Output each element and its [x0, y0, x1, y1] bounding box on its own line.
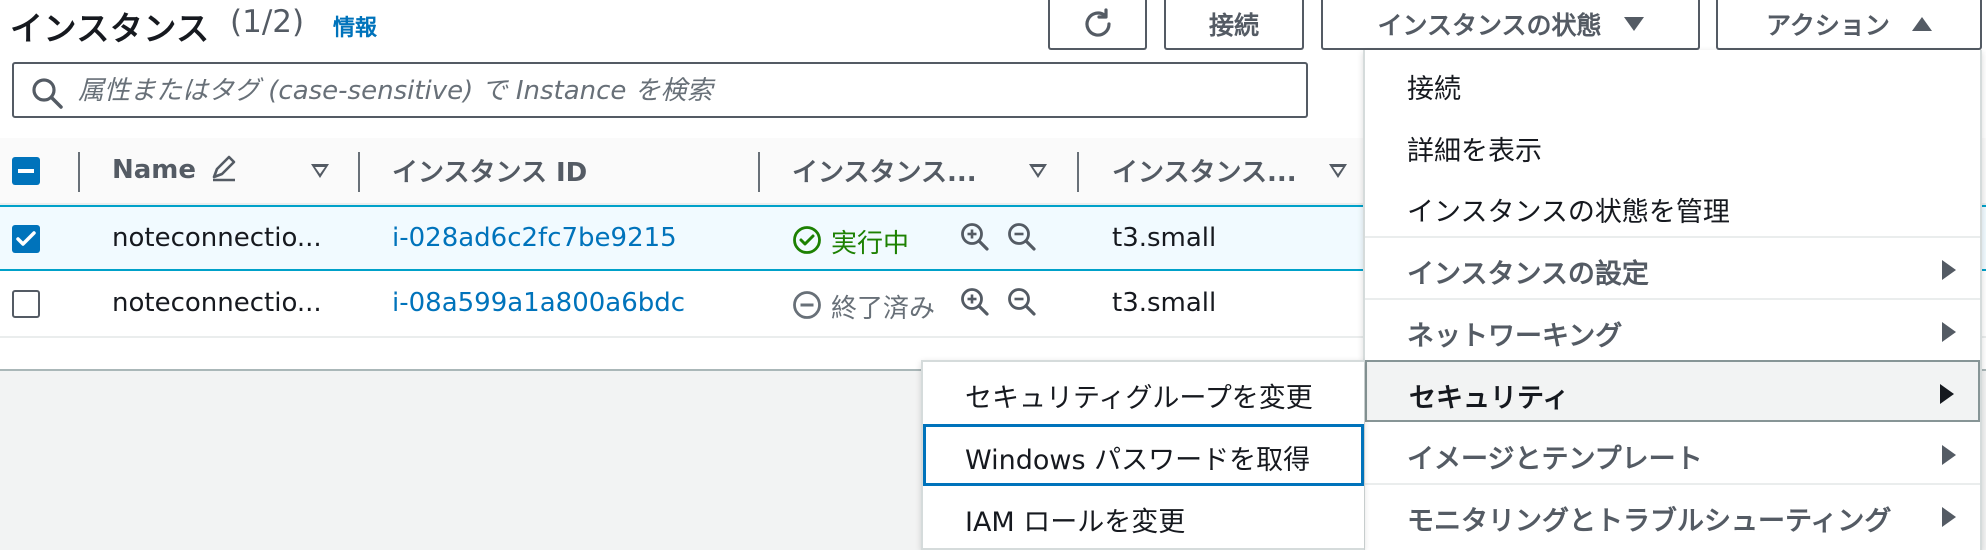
caret-down-icon: [1623, 17, 1644, 31]
instance-id-link[interactable]: i-08a599a1a800a6bdc: [392, 288, 685, 318]
refresh-icon: [1084, 8, 1111, 37]
connect-button[interactable]: 接続: [1164, 0, 1304, 50]
search-icon: [32, 78, 63, 109]
menu-item-monitoring[interactable]: モニタリングとトラブルシューティング: [1365, 483, 1980, 545]
refresh-button[interactable]: [1048, 0, 1147, 50]
minus-circle-icon: [793, 291, 821, 319]
search-bar[interactable]: [12, 62, 1308, 118]
instance-id-link[interactable]: i-028ad6c2fc7be9215: [392, 223, 677, 253]
search-input[interactable]: [78, 72, 1278, 110]
column-divider: [1077, 152, 1079, 192]
instance-name: noteconnectio...: [112, 223, 322, 253]
zoom-in-icon[interactable]: [959, 286, 991, 318]
filter-icon[interactable]: [311, 164, 329, 178]
actions-menu: 接続 詳細を表示 インスタンスの状態を管理 インスタンスの設定 ネットワーキング…: [1363, 50, 1982, 550]
submenu-item-get-windows-password[interactable]: Windows パスワードを取得: [923, 424, 1364, 486]
chevron-right-icon: [1940, 384, 1954, 404]
column-header-name[interactable]: Name: [112, 152, 239, 185]
submenu-item-change-security-groups[interactable]: セキュリティグループを変更: [923, 362, 1364, 424]
filter-icon[interactable]: [1029, 164, 1047, 178]
column-header-instance-state[interactable]: インスタンス...: [792, 152, 977, 189]
menu-item-security[interactable]: セキュリティ: [1365, 360, 1980, 422]
menu-item-manage-state[interactable]: インスタンスの状態を管理: [1365, 175, 1980, 237]
security-submenu: セキュリティグループを変更 Windows パスワードを取得 IAM ロールを変…: [921, 360, 1364, 550]
chevron-right-icon: [1942, 260, 1956, 280]
select-all-checkbox[interactable]: [12, 157, 40, 185]
caret-up-icon: [1911, 17, 1932, 31]
column-divider: [78, 152, 80, 192]
row-checkbox[interactable]: [12, 225, 40, 253]
info-link[interactable]: 情報: [333, 10, 377, 42]
zoom-out-icon[interactable]: [1006, 286, 1038, 318]
menu-item-images-templates[interactable]: イメージとテンプレート: [1365, 422, 1980, 484]
menu-item-instance-settings[interactable]: インスタンスの設定: [1365, 236, 1980, 298]
instance-type: t3.small: [1112, 288, 1217, 318]
menu-item-view-details[interactable]: 詳細を表示: [1365, 114, 1980, 176]
row-checkbox[interactable]: [12, 290, 40, 318]
menu-item-networking[interactable]: ネットワーキング: [1365, 298, 1980, 360]
zoom-in-icon[interactable]: [959, 221, 991, 253]
check-icon: [16, 231, 36, 246]
filter-icon[interactable]: [1329, 164, 1347, 178]
check-circle-icon: [793, 226, 821, 254]
zoom-out-icon[interactable]: [1006, 221, 1038, 253]
submenu-item-change-iam-role[interactable]: IAM ロールを変更: [923, 486, 1364, 548]
instance-state: 終了済み: [831, 294, 936, 324]
instance-name: noteconnectio...: [112, 288, 322, 318]
instance-state-button[interactable]: インスタンスの状態: [1321, 0, 1700, 50]
column-divider: [758, 152, 760, 192]
chevron-right-icon: [1942, 507, 1956, 527]
instance-state: 実行中: [831, 229, 910, 259]
menu-item-connect[interactable]: 接続: [1365, 52, 1980, 114]
instance-type: t3.small: [1112, 223, 1217, 253]
selection-count: (1/2): [230, 4, 305, 40]
column-header-instance-type[interactable]: インスタンス...: [1112, 152, 1297, 189]
page-title: インスタンス: [10, 9, 210, 48]
edit-icon: [212, 155, 236, 182]
column-divider: [358, 152, 360, 192]
chevron-right-icon: [1942, 322, 1956, 342]
chevron-right-icon: [1942, 445, 1956, 465]
actions-button[interactable]: アクション: [1716, 0, 1982, 50]
column-header-instance-id[interactable]: インスタンス ID: [392, 152, 587, 189]
